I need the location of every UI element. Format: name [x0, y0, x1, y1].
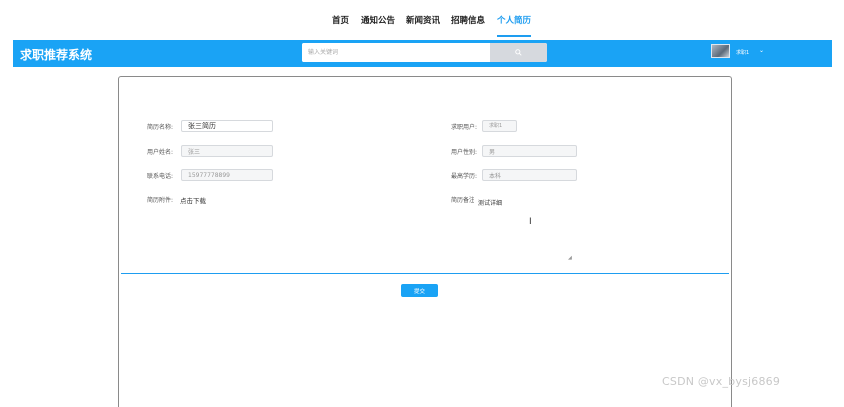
- resume-form-panel: 简历名称: 求职用户: 求职1 用户姓名: 用户性别: 联系电话: 最高学历: …: [118, 76, 732, 407]
- watermark: CSDN @vx_bysj6869: [662, 375, 781, 388]
- form-divider: [121, 273, 729, 274]
- education-label: 最高学历:: [451, 173, 478, 180]
- user-name-field[interactable]: [181, 145, 273, 157]
- text-cursor-icon: I: [529, 217, 532, 227]
- phone-field[interactable]: [181, 169, 273, 181]
- active-tab-indicator: [497, 35, 531, 37]
- avatar[interactable]: [711, 44, 730, 58]
- header-bar: 求职推荐系统 求职1 ⌄: [13, 40, 832, 67]
- search-icon: [515, 49, 522, 56]
- resize-grip-icon[interactable]: ◢: [568, 255, 572, 261]
- attachment-label: 简历附件:: [147, 197, 174, 204]
- job-seeker-label: 求职用户:: [451, 124, 478, 131]
- job-seeker-field[interactable]: 求职1: [482, 120, 517, 132]
- user-name-label: 用户姓名:: [147, 149, 174, 156]
- remark-textarea[interactable]: 测试详细: [474, 194, 700, 270]
- education-field[interactable]: [482, 169, 577, 181]
- nav-item-home[interactable]: 首页: [332, 14, 349, 26]
- resume-name-label: 简历名称:: [147, 124, 174, 131]
- username[interactable]: 求职1: [736, 49, 749, 56]
- user-gender-label: 用户性别:: [451, 149, 478, 156]
- nav-item-jobs[interactable]: 招聘信息: [451, 14, 485, 26]
- nav-item-resume[interactable]: 个人简历: [497, 14, 531, 26]
- search-box: [302, 43, 547, 62]
- user-gender-field[interactable]: [482, 145, 577, 157]
- phone-label: 联系电话:: [147, 173, 174, 180]
- submit-button[interactable]: 提交: [401, 284, 438, 297]
- nav-item-news[interactable]: 新闻资讯: [406, 14, 440, 26]
- search-input[interactable]: [302, 43, 490, 62]
- download-link[interactable]: 点击下载: [180, 195, 206, 205]
- nav-item-notices[interactable]: 通知公告: [361, 14, 395, 26]
- resume-name-field[interactable]: [181, 120, 273, 132]
- site-logo[interactable]: 求职推荐系统: [20, 46, 92, 63]
- search-button[interactable]: [490, 43, 547, 62]
- top-navigation: 首页 通知公告 新闻资讯 招聘信息 个人简历: [0, 0, 844, 40]
- chevron-down-icon[interactable]: ⌄: [759, 47, 764, 54]
